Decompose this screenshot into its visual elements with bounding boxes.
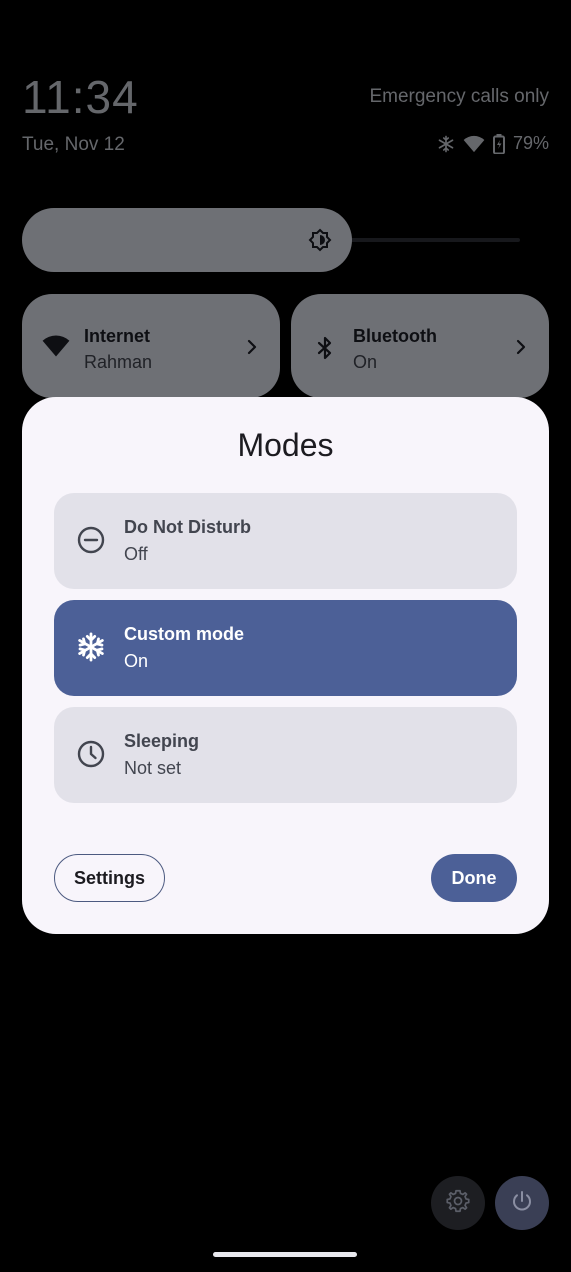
navigation-handle[interactable] [213,1252,357,1257]
dialog-title: Modes [237,427,334,463]
carrier-text: Emergency calls only [369,86,549,107]
snowflake-icon [437,135,455,153]
tile-internet[interactable]: Internet Rahman [22,294,280,398]
battery-icon [492,133,505,154]
mode-custom[interactable]: Custom mode On [54,600,517,696]
tile-subtitle: On [353,352,378,372]
tile-title: Internet [84,326,151,346]
mode-status: Not set [124,758,182,778]
mode-status: Off [124,544,148,564]
minus-circle-icon [76,525,106,555]
wifi-icon [42,334,70,362]
done-button[interactable]: Done [431,854,517,902]
settings-gear-button[interactable] [431,1176,485,1230]
mode-title: Sleeping [124,731,200,751]
chevron-right-icon [511,336,531,358]
status-icons: 79% [437,133,549,154]
bluetooth-icon [311,334,339,362]
mode-do-not-disturb[interactable]: Do Not Disturb Off [54,493,517,589]
clock-icon [76,739,106,769]
chevron-right-icon [242,336,262,358]
gear-icon [445,1188,471,1219]
settings-button[interactable]: Settings [54,854,165,902]
clock: 11:34 [22,71,139,123]
brightness-track[interactable] [340,238,520,242]
tile-subtitle: Rahman [84,352,153,372]
mode-sleeping[interactable]: Sleeping Not set [54,707,517,803]
mode-title: Custom mode [124,624,245,644]
power-button[interactable] [495,1176,549,1230]
quick-settings-shade: 11:34 Tue, Nov 12 Emergency calls only 7… [0,0,571,1272]
brightness-icon [307,227,333,253]
snowflake-icon [76,632,106,662]
power-icon [510,1189,534,1218]
tile-bluetooth[interactable]: Bluetooth On [291,294,549,398]
tile-title: Bluetooth [353,326,437,346]
brightness-slider[interactable] [22,208,352,272]
mode-status: On [124,651,149,671]
modes-dialog: Modes Do Not Disturb Off Custom mode On [22,397,549,934]
mode-title: Do Not Disturb [124,517,251,537]
date: Tue, Nov 12 [22,134,125,155]
wifi-icon [463,135,485,153]
battery-percent: 79% [512,133,549,153]
